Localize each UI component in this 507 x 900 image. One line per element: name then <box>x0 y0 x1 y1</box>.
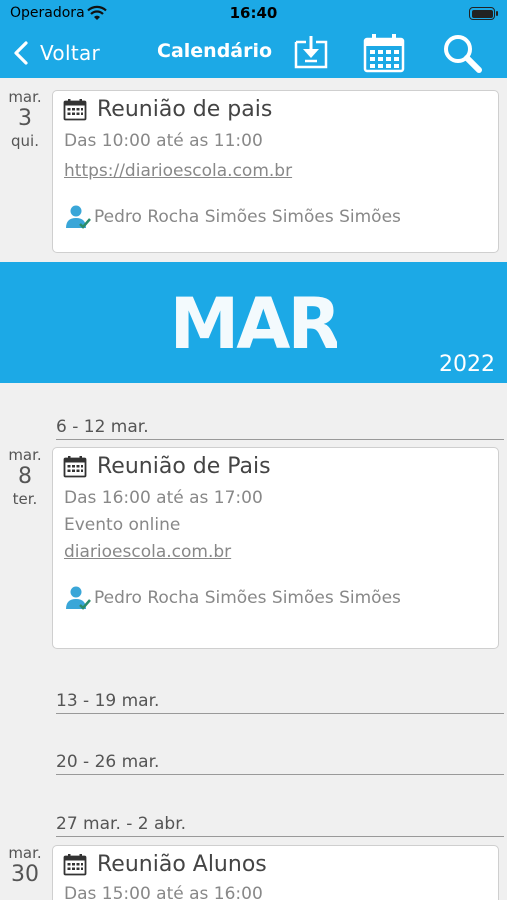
day-label: mar. 3 qui. <box>0 88 50 150</box>
back-label: Voltar <box>40 41 101 65</box>
calendar-list[interactable]: mar. 3 qui. Reunião de pais Das 10:00 at… <box>0 78 507 900</box>
search-icon[interactable] <box>441 32 483 74</box>
person-check-icon <box>66 205 91 229</box>
event-card[interactable]: Reunião Alunos Das 15:00 até as 16:00 <box>52 845 499 900</box>
event-link[interactable]: diarioescola.com.br <box>64 542 231 562</box>
event-place: Evento online <box>64 515 181 535</box>
day-month: mar. <box>8 844 42 862</box>
clock: 16:40 <box>229 4 278 22</box>
calendar-icon <box>63 98 87 120</box>
download-icon[interactable] <box>292 32 330 74</box>
day-month: mar. <box>8 446 42 464</box>
person-check-icon <box>66 586 91 610</box>
navigation-bar: Voltar Calendário <box>0 28 507 78</box>
calendar-icon <box>63 853 87 875</box>
status-bar: Operadora 16:40 <box>0 0 507 28</box>
month-logo-text: MAR <box>172 283 337 360</box>
day-label: mar. 30 <box>0 844 50 888</box>
day-number: 30 <box>11 862 39 887</box>
event-time: Das 10:00 até as 11:00 <box>64 131 263 151</box>
event-time: Das 16:00 até as 17:00 <box>64 488 263 508</box>
day-label: mar. 8 ter. <box>0 446 50 508</box>
event-card[interactable]: Reunião de Pais Das 16:00 até as 17:00 E… <box>52 447 499 649</box>
page-title: Calendário <box>157 40 273 62</box>
battery-icon <box>469 7 498 20</box>
organizer-name: Pedro Rocha Simões Simões Simões <box>94 207 401 227</box>
event-title: Reunião de Pais <box>97 454 271 479</box>
event-title: Reunião Alunos <box>97 852 267 877</box>
month-logo: MAR <box>172 283 337 360</box>
day-number: 8 <box>18 464 32 489</box>
day-weekday: ter. <box>12 490 38 508</box>
event-time: Das 15:00 até as 16:00 <box>64 884 263 900</box>
event-organizer: Pedro Rocha Simões Simões Simões <box>64 203 401 231</box>
day-weekday: qui. <box>11 132 39 150</box>
event-title: Reunião de pais <box>97 97 273 122</box>
week-header: 13 - 19 mar. <box>56 692 504 714</box>
organizer-name: Pedro Rocha Simões Simões Simões <box>94 588 401 608</box>
event-card[interactable]: Reunião de pais Das 10:00 até as 11:00 h… <box>52 90 499 253</box>
month-year: 2022 <box>439 352 495 377</box>
week-header: 6 - 12 mar. <box>56 418 504 440</box>
month-banner: MAR 2022 <box>0 262 507 383</box>
day-month: mar. <box>8 88 42 106</box>
event-link[interactable]: https://diarioescola.com.br <box>64 161 292 181</box>
event-organizer: Pedro Rocha Simões Simões Simões <box>64 584 401 612</box>
calendar-icon <box>63 455 87 477</box>
day-number: 3 <box>18 106 32 131</box>
week-header: 20 - 26 mar. <box>56 753 504 775</box>
chevron-left-icon <box>14 41 28 65</box>
week-header: 27 mar. - 2 abr. <box>56 815 504 837</box>
calendar-icon[interactable] <box>362 32 406 74</box>
back-button[interactable]: Voltar <box>12 36 100 70</box>
